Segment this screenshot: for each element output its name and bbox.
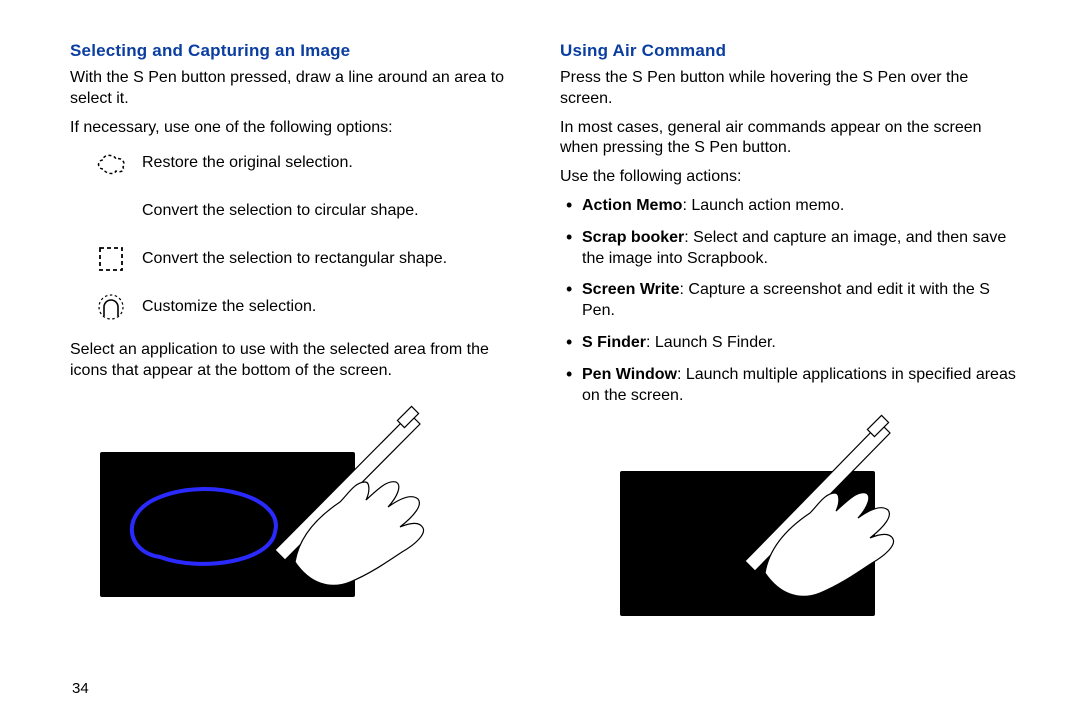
list-item: S Finder: Launch S Finder. bbox=[564, 333, 1020, 354]
square-dashed-icon bbox=[94, 244, 128, 274]
item-label: Pen Window bbox=[582, 366, 677, 383]
left-column: Selecting and Capturing an Image With th… bbox=[70, 40, 530, 626]
paragraph: If necessary, use one of the following o… bbox=[70, 118, 530, 139]
paragraph: Use the following actions: bbox=[560, 167, 1020, 188]
list-item: Scrap booker: Select and capture an imag… bbox=[564, 228, 1020, 270]
figure-select-capture bbox=[100, 417, 530, 607]
hand-pen-icon bbox=[720, 411, 920, 601]
item-label: Scrap booker bbox=[582, 229, 684, 246]
list-item: Screen Write: Capture a screenshot and e… bbox=[564, 280, 1020, 322]
item-desc: : Launch S Finder. bbox=[646, 334, 776, 351]
option-circular: Convert the selection to circular shape. bbox=[94, 196, 530, 226]
section-heading-selecting: Selecting and Capturing an Image bbox=[70, 40, 530, 62]
manual-page: Selecting and Capturing an Image With th… bbox=[0, 0, 1080, 646]
paragraph: In most cases, general air commands appe… bbox=[560, 118, 1020, 160]
paragraph: Press the S Pen button while hovering th… bbox=[560, 68, 1020, 110]
section-heading-aircommand: Using Air Command bbox=[560, 40, 1020, 62]
page-number: 34 bbox=[72, 679, 89, 699]
paragraph: With the S Pen button pressed, draw a li… bbox=[70, 68, 530, 110]
blank-icon bbox=[94, 196, 128, 226]
list-item: Action Memo: Launch action memo. bbox=[564, 196, 1020, 217]
option-label: Restore the original selection. bbox=[142, 153, 353, 174]
air-command-list: Action Memo: Launch action memo. Scrap b… bbox=[560, 196, 1020, 406]
option-customize: Customize the selection. bbox=[94, 292, 530, 322]
paragraph: Select an application to use with the se… bbox=[70, 340, 530, 382]
option-restore: Restore the original selection. bbox=[94, 148, 530, 178]
item-label: Screen Write bbox=[582, 281, 680, 298]
option-rectangular: Convert the selection to rectangular sha… bbox=[94, 244, 530, 274]
figure-air-command bbox=[620, 436, 1020, 626]
right-column: Using Air Command Press the S Pen button… bbox=[560, 40, 1020, 626]
hand-pen-icon bbox=[270, 402, 470, 592]
item-label: S Finder bbox=[582, 334, 646, 351]
list-item: Pen Window: Launch multiple applications… bbox=[564, 365, 1020, 407]
option-label: Customize the selection. bbox=[142, 297, 316, 318]
option-label: Convert the selection to circular shape. bbox=[142, 201, 419, 222]
magnet-dashed-icon bbox=[94, 292, 128, 322]
item-desc: : Launch action memo. bbox=[682, 197, 844, 214]
cloud-dashed-icon bbox=[94, 148, 128, 178]
item-label: Action Memo bbox=[582, 197, 682, 214]
option-label: Convert the selection to rectangular sha… bbox=[142, 249, 447, 270]
